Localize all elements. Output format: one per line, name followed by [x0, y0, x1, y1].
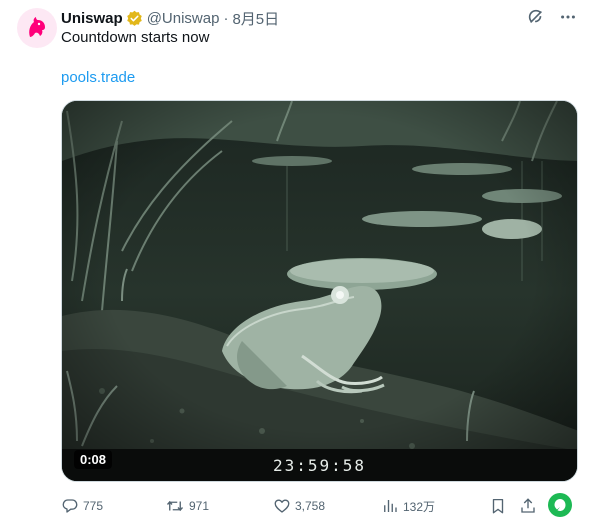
tweet-text: Countdown starts now: [61, 29, 210, 46]
tweet-link[interactable]: pools.trade: [61, 68, 135, 88]
reply-count: 775: [83, 499, 104, 513]
separator-dot: ·: [223, 9, 229, 27]
countdown-timer: 23:59:58: [62, 449, 577, 481]
share-button[interactable]: [519, 497, 541, 515]
tweet-header: Uniswap @Uniswap · 8月5日: [61, 8, 577, 28]
views-chart-icon: [384, 500, 397, 512]
reply-button[interactable]: 775: [61, 497, 103, 515]
views-button[interactable]: 132万: [381, 497, 435, 515]
more-icon[interactable]: [559, 8, 577, 30]
extension-leaf-icon: [554, 499, 566, 511]
grok-icon[interactable]: [527, 8, 545, 30]
video-player[interactable]: 23:59:58 0:08: [61, 100, 578, 482]
like-button[interactable]: 3,758: [273, 497, 325, 515]
heart-icon: [274, 499, 290, 513]
action-bar: 775 971 3,758 132万: [61, 493, 578, 518]
author-handle[interactable]: @Uniswap: [147, 10, 220, 27]
repost-icon: [166, 500, 184, 512]
bookmark-button[interactable]: [489, 497, 511, 515]
video-frame-image: [62, 101, 577, 481]
repost-button[interactable]: 971: [165, 497, 209, 515]
avatar[interactable]: [17, 8, 57, 48]
unicorn-logo-icon: [29, 17, 45, 37]
extension-button[interactable]: [548, 493, 572, 517]
bookmark-icon: [492, 498, 504, 514]
repost-count: 971: [189, 499, 210, 513]
verified-badge-icon: [126, 10, 143, 27]
like-count: 3,758: [295, 499, 326, 513]
video-duration-badge: 0:08: [74, 450, 113, 469]
header-actions: [527, 8, 577, 30]
reply-icon: [62, 499, 78, 513]
post-time[interactable]: 8月5日: [232, 8, 279, 29]
author-name[interactable]: Uniswap: [61, 10, 123, 27]
share-icon: [521, 498, 535, 513]
view-count: 132万: [403, 499, 436, 514]
